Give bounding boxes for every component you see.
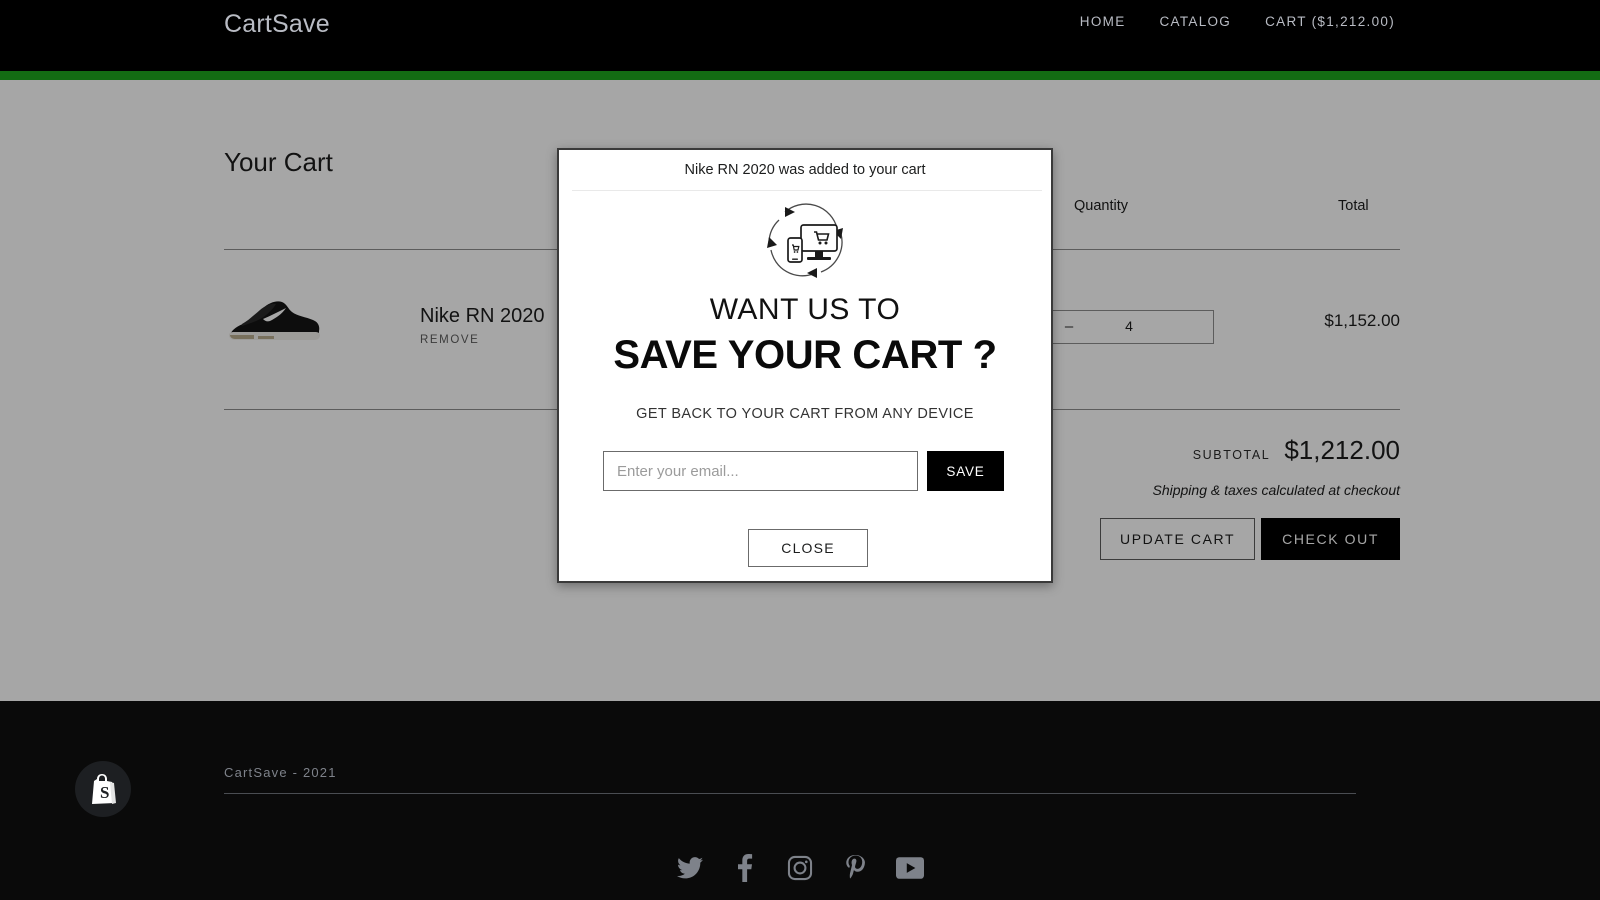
save-cart-modal: Nike RN 2020 was added to your cart <box>557 148 1053 583</box>
modal-title-divider <box>572 190 1042 191</box>
modal-headline-small: WANT US TO <box>559 293 1051 327</box>
email-input[interactable] <box>603 451 918 491</box>
close-modal-button[interactable]: CLOSE <box>748 529 868 567</box>
social-links <box>0 853 1600 883</box>
cart-save-page: CartSave HOME CATALOG CART ($1,212.00) Y… <box>0 0 1600 900</box>
instagram-icon[interactable] <box>785 853 815 883</box>
email-capture-row: SAVE <box>603 451 1004 491</box>
twitter-icon[interactable] <box>675 853 705 883</box>
cross-device-cart-sync-icon <box>559 200 1051 282</box>
nav-cart[interactable]: CART ($1,212.00) <box>1265 14 1395 29</box>
pinterest-icon[interactable] <box>840 853 870 883</box>
modal-headline-big: SAVE YOUR CART ? <box>559 333 1051 378</box>
footer-divider <box>224 793 1356 794</box>
nav-catalog[interactable]: CATALOG <box>1160 14 1232 29</box>
shopify-bag-logo[interactable]: S <box>75 761 131 817</box>
nav-home[interactable]: HOME <box>1080 14 1126 29</box>
sync-devices-illustration <box>761 200 849 282</box>
shopping-bag-icon: S <box>88 773 118 805</box>
accent-bar <box>0 71 1600 80</box>
modal-subcopy: GET BACK TO YOUR CART FROM ANY DEVICE <box>559 406 1051 422</box>
youtube-icon[interactable] <box>895 853 925 883</box>
modal-title: Nike RN 2020 was added to your cart <box>559 162 1051 178</box>
main-navigation: HOME CATALOG CART ($1,212.00) <box>1080 14 1395 29</box>
svg-text:S: S <box>100 783 109 802</box>
site-footer: S CartSave - 2021 <box>0 701 1600 900</box>
facebook-icon[interactable] <box>730 853 760 883</box>
footer-copyright: CartSave - 2021 <box>224 765 337 780</box>
save-cart-button[interactable]: SAVE <box>927 451 1004 491</box>
brand-logo[interactable]: CartSave <box>224 10 330 39</box>
site-header: CartSave HOME CATALOG CART ($1,212.00) <box>0 0 1600 71</box>
